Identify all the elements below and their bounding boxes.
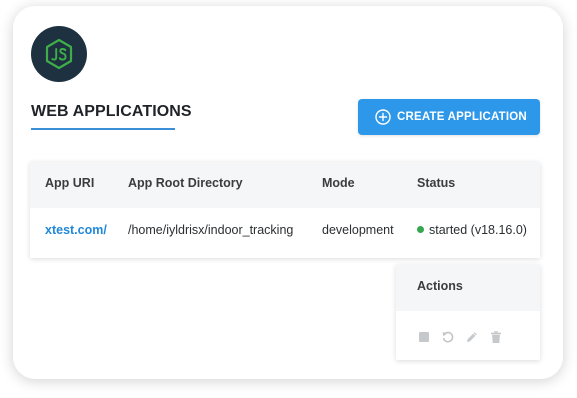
edit-icon[interactable] (465, 330, 479, 344)
page-title: WEB APPLICATIONS (31, 103, 192, 120)
nodejs-logo (31, 26, 87, 82)
title-underline (31, 128, 175, 130)
column-header-app-root[interactable]: App Root Directory (128, 176, 243, 190)
app-status: started (v18.16.0) (417, 223, 527, 237)
status-dot-icon (417, 226, 424, 234)
delete-icon[interactable] (489, 330, 503, 344)
actions-panel: Actions (396, 265, 540, 360)
column-header-status[interactable]: Status (417, 176, 455, 190)
restart-icon[interactable] (441, 330, 455, 344)
create-application-label: CREATE APPLICATION (397, 111, 527, 123)
column-header-app-uri[interactable]: App URI (45, 176, 94, 190)
app-uri-link[interactable]: xtest.com/ (45, 223, 107, 237)
app-mode: development (322, 223, 394, 237)
applications-table: App URI App Root Directory Mode Status x… (30, 162, 540, 258)
app-root-directory: /home/iyldrisx/indoor_tracking (128, 223, 294, 237)
actions-header-label: Actions (417, 279, 463, 293)
actions-header: Actions (396, 265, 540, 311)
plus-circle-icon (375, 109, 391, 125)
stop-icon[interactable] (417, 330, 431, 344)
create-application-button[interactable]: CREATE APPLICATION (358, 99, 540, 135)
table-header: App URI App Root Directory Mode Status (30, 162, 540, 208)
nodejs-logo-icon (45, 38, 73, 70)
app-status-text: started (v18.16.0) (429, 223, 527, 237)
column-header-mode[interactable]: Mode (322, 176, 355, 190)
